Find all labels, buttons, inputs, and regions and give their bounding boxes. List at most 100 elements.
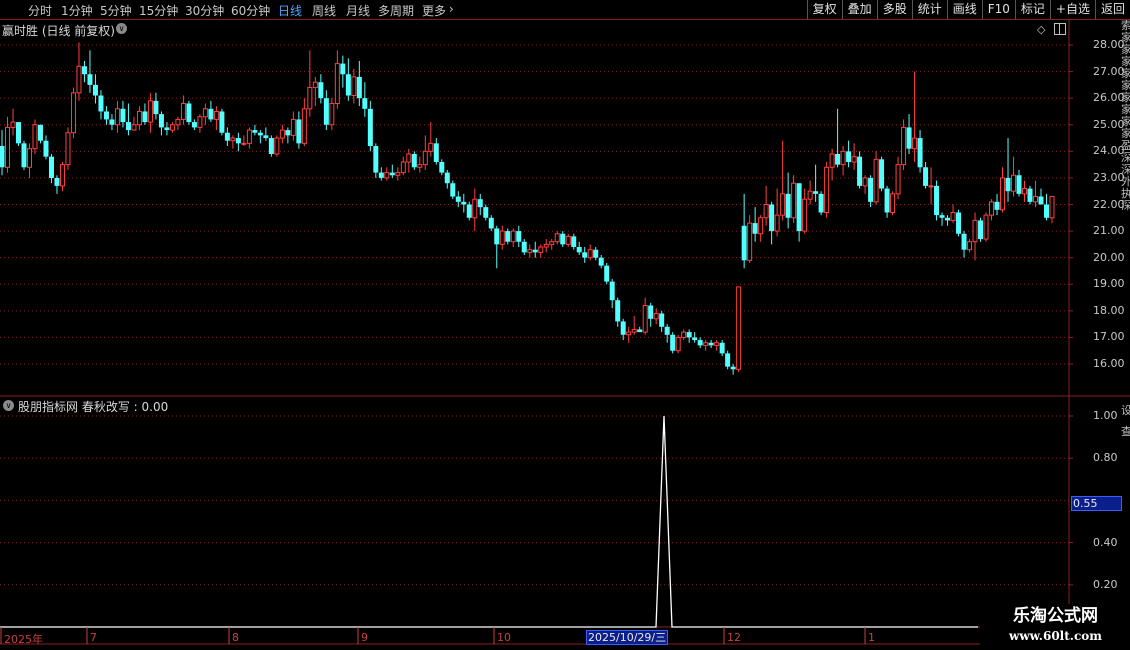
candle-body — [648, 305, 654, 319]
candle-body — [565, 235, 571, 245]
candle-body — [835, 153, 841, 165]
indicator-value: : 0.00 — [133, 400, 169, 414]
candle-body — [373, 146, 379, 173]
candle-body — [153, 100, 159, 115]
candle-body — [961, 233, 967, 250]
candle-body — [758, 217, 764, 235]
price-tick-label: 20.00 — [1093, 250, 1125, 264]
candle-body — [186, 103, 192, 123]
candle-body — [895, 164, 901, 195]
candle-body — [543, 243, 549, 248]
candle-body — [70, 92, 76, 134]
candle-body — [1038, 196, 1044, 205]
candle-body — [593, 249, 599, 258]
price-tick-label: 18.00 — [1093, 303, 1125, 317]
candle-body — [400, 161, 406, 174]
candle-body — [202, 108, 208, 118]
candle-body — [664, 326, 670, 335]
x-axis-label: 7 — [90, 631, 97, 644]
candle-body — [329, 102, 335, 126]
candle-body — [923, 167, 929, 186]
watermark: 乐淘公式网 www.60lt.com — [981, 604, 1130, 650]
candle-body — [4, 126, 10, 168]
candle-body — [422, 150, 428, 166]
panel-toggle-icon[interactable] — [1054, 23, 1066, 35]
candle-body — [197, 116, 203, 128]
chevron-down-icon[interactable]: ∨ — [3, 400, 14, 411]
candle-body — [708, 342, 714, 346]
candle-body — [213, 110, 219, 120]
candle-body — [791, 182, 797, 219]
candle-body — [48, 156, 54, 178]
candle-body — [1044, 204, 1050, 218]
candle-body — [461, 201, 467, 205]
candle-body — [428, 142, 434, 152]
candle-body — [890, 193, 896, 213]
candle-body — [455, 196, 461, 202]
candle-body — [224, 132, 230, 141]
candle-body — [362, 98, 368, 109]
candle-body — [703, 342, 709, 346]
candle-body — [752, 223, 758, 234]
candle-body — [180, 102, 186, 120]
candle-body — [450, 183, 456, 197]
candle-body — [103, 111, 109, 120]
candle-body — [994, 201, 1000, 210]
candle-body — [15, 122, 21, 144]
candle-body — [829, 153, 835, 168]
candle-body — [120, 108, 126, 123]
chart-canvas — [0, 20, 1130, 645]
chevron-down-icon[interactable]: ∨ — [116, 23, 127, 34]
candle-body — [351, 76, 357, 97]
candle-body — [92, 84, 98, 96]
candle-body — [604, 265, 610, 282]
candle-body — [477, 199, 483, 208]
candle-body — [1011, 174, 1017, 192]
candle-body — [1000, 177, 1006, 211]
candle-body — [714, 342, 720, 346]
candle-body — [494, 228, 500, 245]
candle-body — [857, 156, 863, 186]
candle-body — [978, 220, 984, 240]
candle-body — [268, 138, 274, 154]
candle-body — [571, 236, 577, 248]
indicator-series-line — [0, 415, 978, 628]
candle-body — [934, 185, 940, 216]
side-info-strip-lower: 设查 — [1121, 404, 1130, 438]
candle-body — [675, 336, 681, 352]
candle-body — [466, 204, 472, 218]
candle-body — [1022, 188, 1028, 195]
candle-body — [142, 111, 148, 123]
candle-body — [301, 108, 307, 144]
candle-body — [488, 217, 494, 229]
cursor-value-tag: 0.55 — [1071, 496, 1122, 511]
indicator-tick-label: 0.40 — [1093, 535, 1118, 549]
candle-body — [10, 121, 16, 128]
cursor-date-tag: 2025/10/29/三 — [586, 630, 669, 645]
watermark-title: 乐淘公式网 — [1013, 606, 1098, 626]
candle-body — [868, 177, 874, 202]
candle-body — [241, 142, 247, 145]
candle-body — [587, 249, 593, 259]
candle-body — [257, 132, 263, 136]
candle-body — [802, 198, 808, 232]
candle-body — [356, 76, 362, 99]
candle-body — [147, 100, 153, 123]
candle-body — [296, 119, 302, 144]
candle-body — [417, 164, 423, 168]
candle-body — [384, 172, 390, 179]
x-axis-label: 2025年 — [4, 633, 43, 646]
candle-body — [230, 137, 236, 142]
candle-body — [505, 231, 511, 242]
x-axis-label: 12 — [727, 631, 741, 644]
candle-body — [901, 126, 907, 166]
candle-body — [879, 159, 885, 189]
candle-body — [444, 172, 450, 184]
candle-body — [873, 158, 879, 203]
candle-body — [659, 313, 665, 327]
candle-body — [307, 87, 313, 110]
candle-body — [389, 172, 395, 176]
candle-body — [169, 124, 175, 131]
diamond-icon[interactable]: ◇ — [1037, 23, 1045, 36]
candle-body — [851, 156, 857, 163]
